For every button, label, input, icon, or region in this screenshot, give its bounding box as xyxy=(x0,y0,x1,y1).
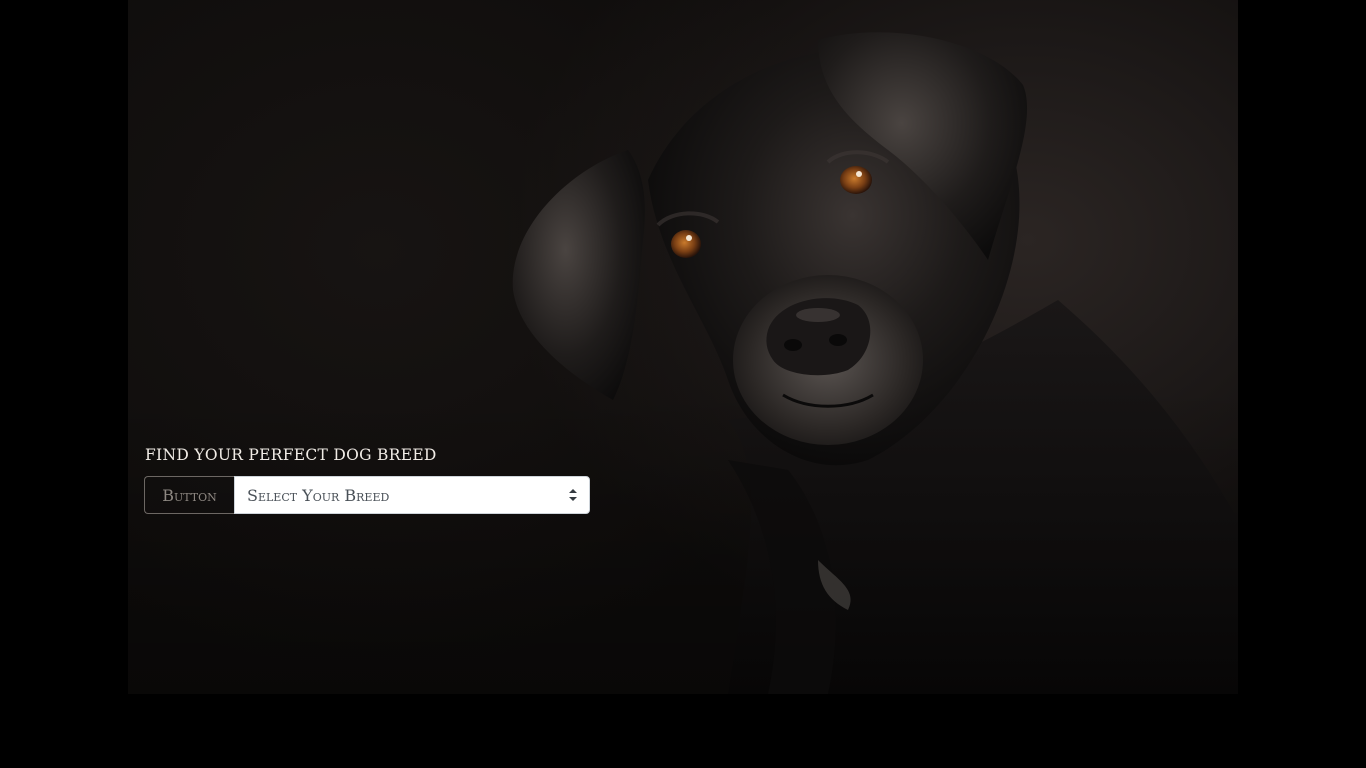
chevron-updown-icon xyxy=(569,489,577,501)
page: FIND YOUR PERFECT DOG BREED Button Selec… xyxy=(0,0,1366,768)
search-row: Button Select Your Breed xyxy=(144,476,590,514)
dog-photo xyxy=(512,32,1238,694)
breed-select-value: Select Your Breed xyxy=(247,485,390,505)
breed-select[interactable]: Select Your Breed xyxy=(234,476,590,514)
search-title: FIND YOUR PERFECT DOG BREED xyxy=(145,446,437,464)
breed-search: FIND YOUR PERFECT DOG BREED Button Selec… xyxy=(144,444,590,514)
search-button[interactable]: Button xyxy=(144,476,234,514)
hero-image xyxy=(128,0,1238,694)
